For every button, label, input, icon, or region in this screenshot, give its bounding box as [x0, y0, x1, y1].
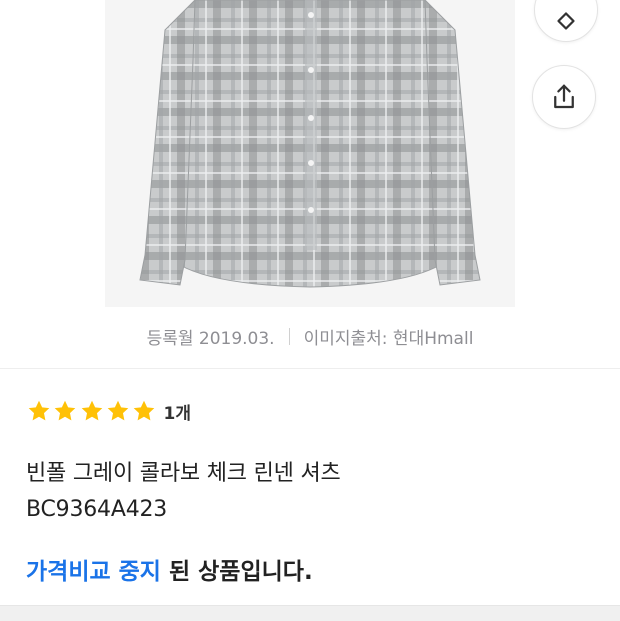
share-icon: [554, 84, 574, 109]
product-image: [105, 0, 515, 307]
rating-stars: [26, 398, 157, 424]
star-icon: [81, 400, 102, 421]
star-icon: [107, 400, 129, 421]
product-name: 빈폴 그레이 콜라보 체크 린넨 셔츠 BC9364A423: [26, 456, 341, 528]
review-count[interactable]: 1개: [163, 399, 190, 424]
price-comparison-status: 가격비교 중지 된 상품입니다.: [26, 552, 313, 586]
status-highlight: 가격비교 중지: [26, 559, 161, 585]
product-model-code: BC9364A423: [26, 497, 168, 522]
star-icon: [133, 400, 155, 421]
registered-date: 등록월 2019.03.: [146, 328, 275, 349]
rating[interactable]: 1개: [26, 397, 191, 425]
bottom-section-edge: [0, 605, 620, 621]
star-icon: [28, 400, 50, 421]
section-divider: [0, 368, 620, 369]
tag-button[interactable]: [534, 0, 598, 42]
share-button[interactable]: [532, 65, 596, 129]
tag-icon: [557, 12, 575, 30]
product-meta: 등록월 2019.03. 이미지출처: 현대Hmall: [0, 318, 620, 354]
status-text: 된 상품입니다.: [160, 559, 313, 585]
image-source: 이미지출처: 현대Hmall: [303, 328, 474, 349]
meta-separator: [288, 327, 290, 345]
product-title: 빈폴 그레이 콜라보 체크 린넨 셔츠: [26, 461, 341, 486]
star-icon: [55, 400, 76, 421]
shirt-illustration: [139, 0, 481, 288]
